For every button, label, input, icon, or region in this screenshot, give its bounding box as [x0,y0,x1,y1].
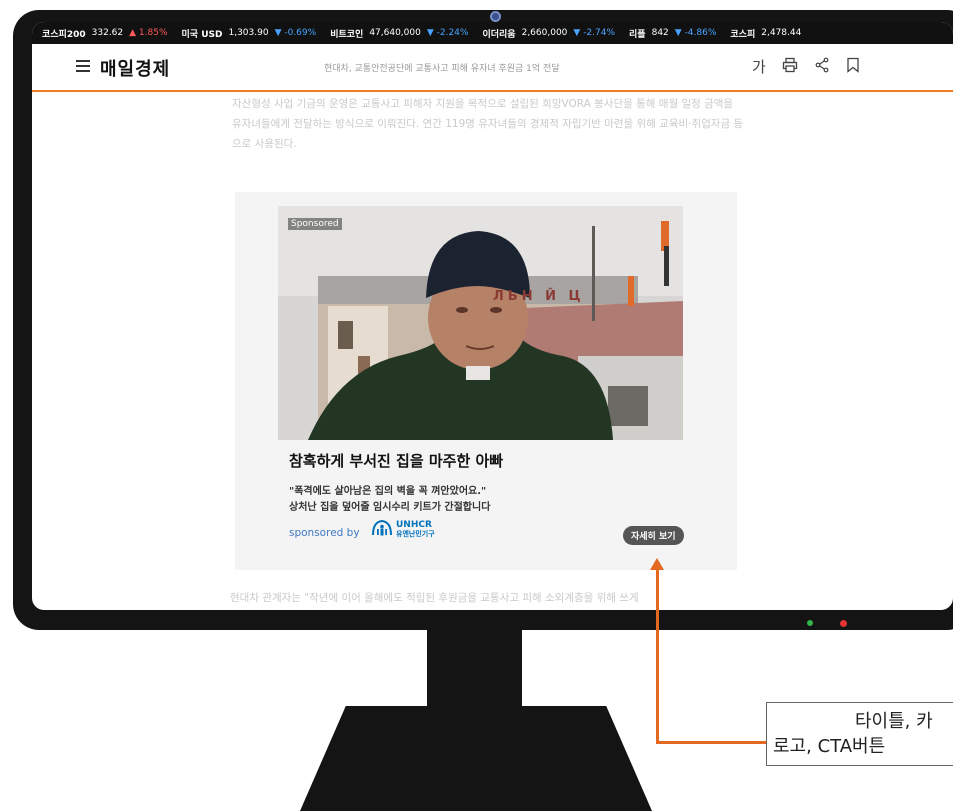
ad-title[interactable]: 참혹하게 부서진 집을 마주한 아빠 [289,450,503,471]
power-led-green [807,620,813,626]
ticker-change: ▼ -0.69% [274,28,317,38]
ticker-change: ▼ -4.86% [674,28,717,38]
ticker-item[interactable]: 이더리움 2,660,000 ▼ -2.74% [482,27,615,40]
ticker-name: 리플 [629,29,646,40]
ticker-name: 코스피200 [42,29,86,40]
unhcr-name: UNHCR [396,520,432,530]
article-paragraph: 자산형성 사업 기금의 운영은 교통사고 피해자 지원을 목적으로 설립된 희망… [232,98,744,150]
ticker-item[interactable]: 코스피200 332.62 ▲ 1.85% [42,27,168,40]
monitor-base [300,706,652,811]
arrow-head-icon [650,558,664,570]
share-icon[interactable] [814,57,830,77]
sponsored-tag: Sponsored [288,218,342,230]
ticker-value: 332.62 [91,28,124,38]
annotation-callout: 타이틀, 카 로고, CTA버튼 [766,702,953,766]
native-ad-card[interactable]: Sponsored ЛЬН Й Ц 참혹하게 부서진 집을 마주한 아빠 "폭격… [235,192,737,570]
power-led-red [840,620,847,627]
ticker-value: 1,303.90 [228,28,269,38]
ticker-value: 47,640,000 [369,28,421,38]
unhcr-emblem-icon [372,519,392,536]
ticker-change: ▼ -2.24% [426,28,469,38]
bookmark-icon[interactable] [846,57,860,77]
unhcr-korean-name: 유엔난민기구 [396,530,435,538]
ticker-value: 842 [651,28,669,38]
cta-more-button[interactable]: 자세히 보기 [623,526,684,545]
unhcr-logo[interactable]: UNHCR 유엔난민기구 [371,519,435,539]
ticker-change: ▲ 1.85% [129,28,168,38]
site-header: 매일경제 현대차, 교통안전공단에 교통사고 피해 유자녀 후원금 1억 전달 … [32,44,953,92]
ticker-name: 이더리움 [482,29,516,40]
print-icon[interactable] [782,57,798,77]
site-logo[interactable]: 매일경제 [100,55,170,81]
callout-line-2: 로고, CTA버튼 [773,736,886,757]
ticker-value: 2,478.44 [761,28,802,38]
callout-line-1: 타이틀, 카 [855,711,933,732]
ticker-name: 코스피 [730,29,756,40]
ticker-name: 비트코인 [330,29,364,40]
ticker-name: 미국 USD [181,29,223,40]
ticker-value: 2,660,000 [521,28,568,38]
ticker-item[interactable]: 코스피 2,478.44 [730,27,801,40]
ad-image[interactable]: Sponsored ЛЬН Й Ц [278,206,683,440]
webcam-icon [490,11,501,22]
ad-photo [278,206,683,440]
monitor-mockup: 코스피200 332.62 ▲ 1.85% 미국 USD 1,303.90 ▼ … [0,0,953,811]
header-headline: 현대차, 교통안전공단에 교통사고 피해 유자녀 후원금 1억 전달 [324,64,560,74]
header-toolbar: 가 [752,56,860,77]
ticker-item[interactable]: 미국 USD 1,303.90 ▼ -0.69% [182,27,317,40]
market-ticker: 코스피200 332.62 ▲ 1.85% 미국 USD 1,303.90 ▼ … [32,22,953,44]
ticker-item[interactable]: 비트코인 47,640,000 ▼ -2.24% [330,27,468,40]
monitor-neck [427,628,522,716]
ticker-change: ▼ -2.74% [573,28,616,38]
sponsored-by-label: sponsored by [289,527,360,539]
sign-text: ЛЬН Й Ц [493,289,585,304]
ticker-item[interactable]: 리플 842 ▼ -4.86% [629,27,716,40]
annotation-arrow-line [656,741,768,744]
browser-screen: 코스피200 332.62 ▲ 1.85% 미국 USD 1,303.90 ▼ … [32,22,953,610]
hamburger-menu-icon[interactable] [76,60,90,72]
ad-subtitle-2: 상처난 집을 덮어줄 임시수리 키트가 간절합니다 [289,502,491,513]
ad-subtitle-1: "폭격에도 살아남은 집의 벽을 꼭 껴안았어요." [289,486,487,497]
font-size-icon[interactable]: 가 [752,56,766,77]
annotation-arrow [656,568,659,744]
article-paragraph-2: 현대차 관계자는 "작년에 이어 올해에도 적립된 후원금을 교통사고 피해 소… [230,592,639,604]
